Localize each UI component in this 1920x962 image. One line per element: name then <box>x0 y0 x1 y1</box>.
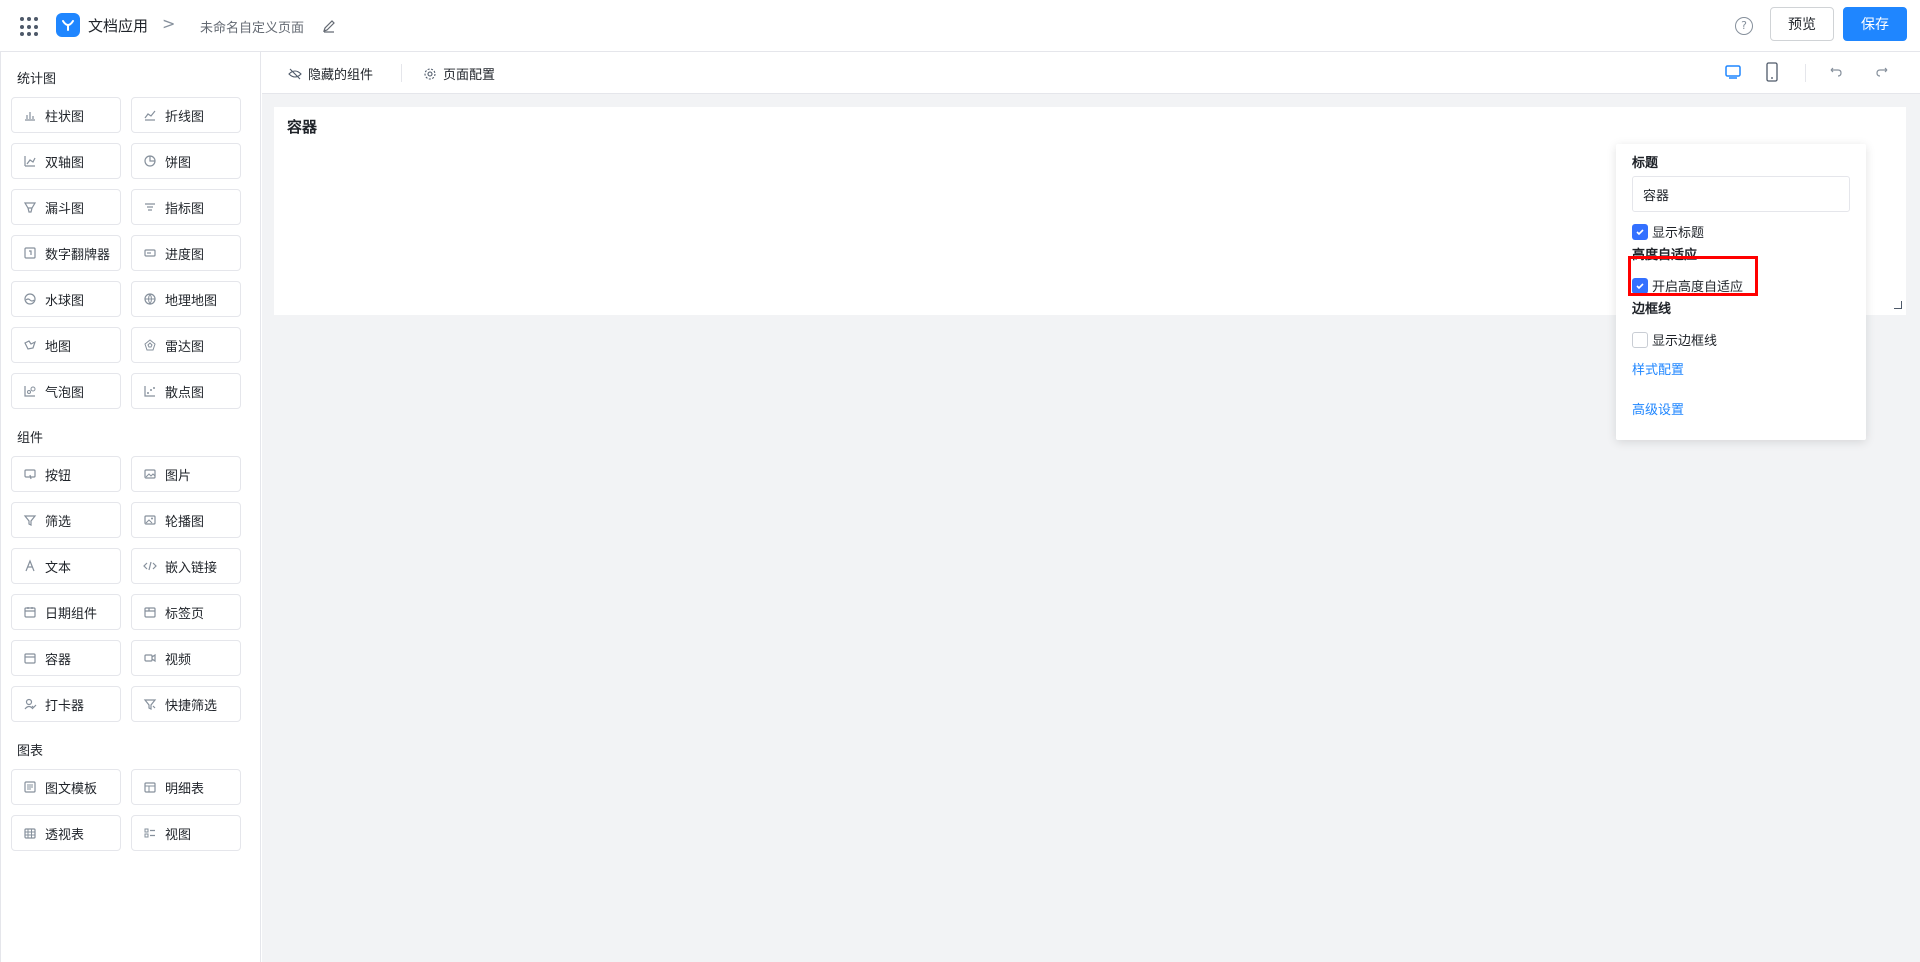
hidden-components-button[interactable]: 隐藏的组件 <box>288 64 373 83</box>
component-scatter-chart[interactable]: 散点图 <box>131 373 241 409</box>
title-input[interactable]: 容器 <box>1632 176 1850 212</box>
section-title-components: 组件 <box>17 431 44 446</box>
component-text[interactable]: 文本 <box>11 548 121 584</box>
border-label: 边框线 <box>1632 302 1672 317</box>
component-bar-chart[interactable]: 柱状图 <box>11 97 121 133</box>
dual-axis-chart-icon <box>23 154 37 168</box>
quick-filter-icon <box>143 697 157 711</box>
section-title-charts: 统计图 <box>17 72 57 87</box>
save-button[interactable]: 保存 <box>1843 7 1907 41</box>
container-icon <box>23 651 37 665</box>
user-check-icon <box>23 697 37 711</box>
component-funnel-chart[interactable]: 漏斗图 <box>11 189 121 225</box>
show-title-checkbox[interactable]: 显示标题 <box>1632 222 1704 241</box>
component-embed-link[interactable]: 嵌入链接 <box>131 548 241 584</box>
video-icon <box>143 651 157 665</box>
carousel-icon <box>143 513 157 527</box>
code-icon <box>143 559 157 573</box>
pivot-table-icon <box>23 826 37 840</box>
component-detail-table[interactable]: 明细表 <box>131 769 241 805</box>
page-name: 未命名自定义页面 <box>200 21 305 36</box>
component-map[interactable]: 地图 <box>11 327 121 363</box>
bubble-chart-icon <box>23 384 37 398</box>
component-sidebar: 统计图 柱状图 折线图 双轴图 饼图 漏斗图 指标图 数字翻牌器 进度图 水球图… <box>0 52 261 962</box>
table-icon <box>143 780 157 794</box>
eye-off-icon <box>288 68 302 79</box>
component-liquid-chart[interactable]: 水球图 <box>11 281 121 317</box>
component-date[interactable]: 日期组件 <box>11 594 121 630</box>
pie-chart-icon <box>143 154 157 168</box>
app-name[interactable]: 文档应用 <box>88 15 148 36</box>
undo-icon[interactable] <box>1827 64 1843 80</box>
component-button[interactable]: 按钮 <box>11 456 121 492</box>
globe-icon <box>143 292 157 306</box>
component-video[interactable]: 视频 <box>131 640 241 676</box>
section-title-tables: 图表 <box>17 744 44 759</box>
progress-chart-icon <box>143 246 157 260</box>
apps-grid-icon[interactable] <box>20 17 40 37</box>
component-rich-template[interactable]: 图文模板 <box>11 769 121 805</box>
liquid-chart-icon <box>23 292 37 306</box>
line-chart-icon <box>143 108 157 122</box>
resize-handle-icon[interactable] <box>1894 301 1902 309</box>
scatter-chart-icon <box>143 384 157 398</box>
breadcrumb-separator: > <box>162 14 176 33</box>
bar-chart-icon <box>23 108 37 122</box>
component-container[interactable]: 容器 <box>11 640 121 676</box>
button-icon <box>23 467 37 481</box>
document-icon <box>23 780 37 794</box>
calendar-icon <box>23 605 37 619</box>
component-image[interactable]: 图片 <box>131 456 241 492</box>
container-title: 容器 <box>287 118 318 136</box>
checkbox-unchecked-icon <box>1632 331 1648 348</box>
top-bar: 文档应用 > 未命名自定义页面 ? 预览 保存 <box>0 0 1920 52</box>
number-flipper-icon <box>23 246 37 260</box>
page-config-button[interactable]: 页面配置 <box>423 64 495 83</box>
component-geo-map[interactable]: 地理地图 <box>131 281 241 317</box>
editor-toolbar: 隐藏的组件 页面配置 <box>262 52 1920 94</box>
edit-icon[interactable] <box>322 18 336 33</box>
gear-icon <box>424 67 436 80</box>
title-label: 标题 <box>1632 156 1659 171</box>
toolbar-divider <box>401 64 402 82</box>
tabs-icon <box>143 605 157 619</box>
component-view[interactable]: 视图 <box>131 815 241 851</box>
component-number-flipper[interactable]: 数字翻牌器 <box>11 235 121 271</box>
checkbox-checked-icon <box>1632 223 1648 240</box>
component-pivot-table[interactable]: 透视表 <box>11 815 121 851</box>
component-carousel[interactable]: 轮播图 <box>131 502 241 538</box>
desktop-view-icon[interactable] <box>1724 63 1742 81</box>
component-tabs[interactable]: 标签页 <box>131 594 241 630</box>
toolbar-divider <box>1805 64 1806 82</box>
component-line-chart[interactable]: 折线图 <box>131 97 241 133</box>
advanced-settings-link[interactable]: 高级设置 <box>1632 399 1684 418</box>
component-radar-chart[interactable]: 雷达图 <box>131 327 241 363</box>
style-config-link[interactable]: 样式配置 <box>1632 359 1684 378</box>
help-icon[interactable]: ? <box>1735 17 1753 35</box>
show-border-checkbox[interactable]: 显示边框线 <box>1632 330 1717 349</box>
mobile-view-icon[interactable] <box>1763 62 1781 82</box>
text-icon <box>23 559 37 573</box>
component-bubble-chart[interactable]: 气泡图 <box>11 373 121 409</box>
filter-icon <box>23 513 37 527</box>
component-dual-axis-chart[interactable]: 双轴图 <box>11 143 121 179</box>
highlight-box <box>1628 256 1758 296</box>
preview-button[interactable]: 预览 <box>1770 7 1834 41</box>
app-logo-icon <box>56 13 80 37</box>
view-list-icon <box>143 826 157 840</box>
redo-icon[interactable] <box>1875 64 1891 80</box>
component-checkin[interactable]: 打卡器 <box>11 686 121 722</box>
component-pie-chart[interactable]: 饼图 <box>131 143 241 179</box>
image-icon <box>143 467 157 481</box>
component-indicator-chart[interactable]: 指标图 <box>131 189 241 225</box>
radar-chart-icon <box>143 338 157 352</box>
component-quick-filter[interactable]: 快捷筛选 <box>131 686 241 722</box>
component-progress-chart[interactable]: 进度图 <box>131 235 241 271</box>
indicator-chart-icon <box>143 200 157 214</box>
component-filter[interactable]: 筛选 <box>11 502 121 538</box>
funnel-chart-icon <box>23 200 37 214</box>
map-icon <box>23 338 37 352</box>
